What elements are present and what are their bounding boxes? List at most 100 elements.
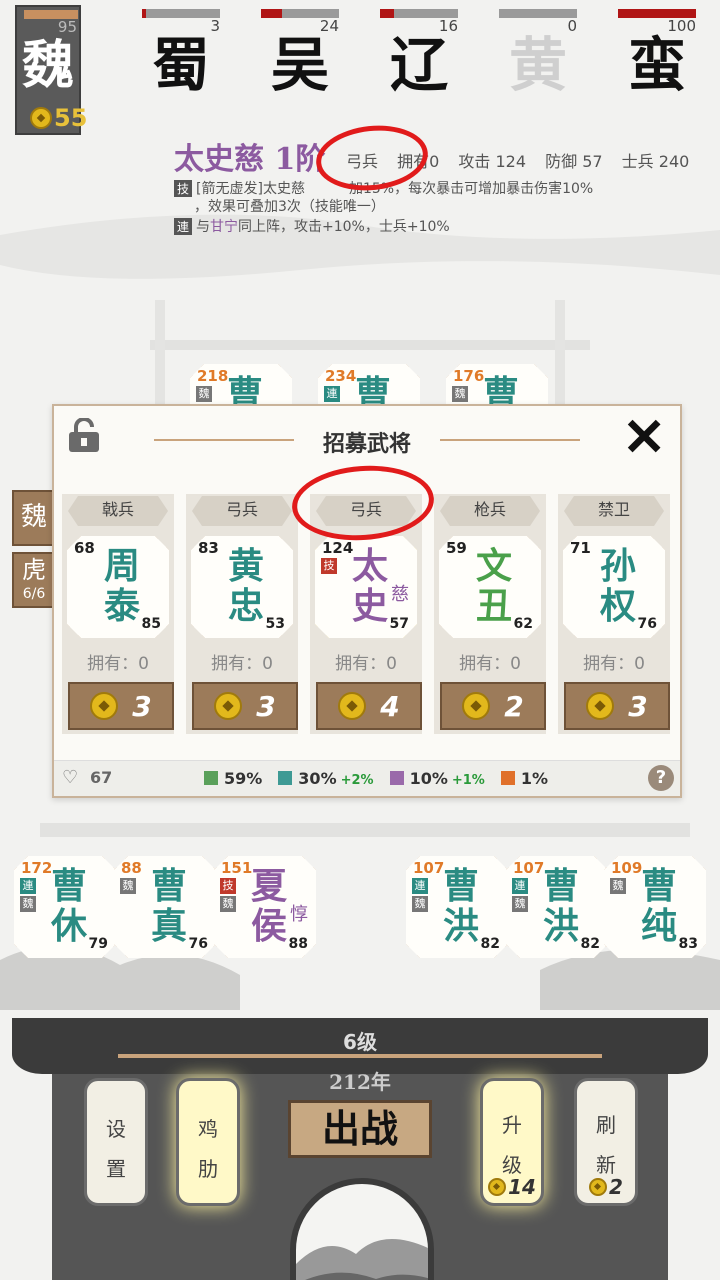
heart-count: 67 bbox=[90, 768, 113, 787]
coin-icon bbox=[589, 1178, 608, 1196]
price: 4 bbox=[380, 689, 400, 723]
owned-count: 拥有：0 bbox=[583, 654, 645, 674]
odds-orange: 1% bbox=[500, 769, 548, 788]
price: 3 bbox=[628, 689, 648, 723]
faction-huang[interactable]: 0 黄 bbox=[499, 6, 579, 130]
faction-wu[interactable]: 24 吴 bbox=[261, 6, 341, 130]
link-partner: 甘宁 bbox=[210, 219, 239, 235]
price: 3 bbox=[256, 689, 276, 723]
general-name: 太史慈 1阶 bbox=[174, 142, 326, 177]
close-icon[interactable]: ✕ bbox=[622, 412, 666, 464]
faction-glyph: 吴 bbox=[270, 31, 329, 99]
faction-shu[interactable]: 3 蜀 bbox=[142, 6, 222, 130]
link-badge: 連 bbox=[324, 386, 340, 402]
bench-card[interactable]: 109 魏 曹纯 83 bbox=[604, 856, 706, 958]
coin-icon bbox=[462, 692, 491, 720]
recruit-card[interactable]: 59 文丑 62 bbox=[439, 536, 541, 638]
card-name-sub: 慈 bbox=[391, 584, 409, 605]
refresh-button[interactable]: 刷新 2 bbox=[574, 1078, 638, 1206]
link-text-pre: 与 bbox=[196, 219, 211, 235]
recruit-card[interactable]: 68 周泰 85 bbox=[67, 536, 169, 638]
odds-teal: 30% +2% bbox=[278, 769, 374, 788]
card-defense: 57 bbox=[389, 616, 409, 632]
card-name: 曹真 bbox=[150, 865, 187, 947]
faction-man[interactable]: 100 蛮 bbox=[618, 6, 698, 130]
coin-icon bbox=[214, 692, 243, 720]
recruit-card[interactable]: 124 技 太史 慈 57 bbox=[315, 536, 417, 638]
buy-button[interactable]: 3 bbox=[564, 682, 670, 730]
card-defense: 82 bbox=[580, 936, 600, 952]
side-tab-wei[interactable]: 魏 bbox=[12, 490, 56, 546]
dialog-footer: ♡ 67 59% 30% +2% 10% +1% 1% ? bbox=[54, 760, 680, 796]
troop-type: 戟兵 bbox=[68, 496, 168, 526]
buy-button[interactable]: 2 bbox=[440, 682, 546, 730]
upgrade-label: 升级 bbox=[502, 1113, 522, 1177]
card-defense: 85 bbox=[141, 616, 161, 632]
recruit-dialog: 招募武将 ✕ 戟兵 68 周泰 85 拥有：0 3 弓兵 83 黄忠 53 拥有… bbox=[52, 404, 682, 798]
card-name: 曹洪 bbox=[442, 865, 479, 947]
general-attack: 攻击 124 bbox=[458, 152, 527, 171]
faction-bar: 95 魏 55 3 蜀 24 吴 16 辽 0 黄 100 蛮 bbox=[0, 0, 720, 140]
upgrade-cost: 14 bbox=[483, 1175, 541, 1199]
coin-icon bbox=[586, 692, 615, 720]
recruit-card[interactable]: 83 黄忠 53 bbox=[191, 536, 293, 638]
recruit-card[interactable]: 71 孙权 76 bbox=[563, 536, 665, 638]
skill-text: [箭无虚发]太史慈 bbox=[196, 181, 305, 197]
owned-count: 拥有：0 bbox=[459, 654, 521, 674]
troop-type: 禁卫 bbox=[564, 496, 664, 526]
card-name: 曹纯 bbox=[640, 865, 677, 947]
gold-amount: 55 bbox=[54, 104, 88, 132]
upgrade-button[interactable]: 升级 14 bbox=[480, 1078, 544, 1206]
buy-button[interactable]: 4 bbox=[316, 682, 422, 730]
coin-icon bbox=[90, 692, 119, 720]
battle-button[interactable]: 出战 bbox=[288, 1100, 432, 1158]
chicken-rib-button[interactable]: 鸡肋 bbox=[176, 1078, 240, 1206]
card-name: 黄忠 bbox=[227, 545, 264, 627]
faction-glyph: 蛮 bbox=[627, 31, 686, 99]
bench-card[interactable]: 107 連魏 曹洪 82 bbox=[406, 856, 508, 958]
faction-liao[interactable]: 16 辽 bbox=[380, 6, 460, 130]
card-name: 太史 bbox=[351, 545, 388, 627]
settings-button[interactable]: 设置 bbox=[84, 1078, 148, 1206]
bench-card[interactable]: 151 技魏 夏侯 惇 88 bbox=[214, 856, 316, 958]
side-tab-count: 6/6 bbox=[22, 586, 46, 602]
link-description: 連与甘宁同上阵，攻击+10%，士兵+10% bbox=[174, 216, 450, 236]
card-name: 曹洪 bbox=[542, 865, 579, 947]
faction-glyph: 黄 bbox=[508, 31, 567, 99]
odds-purple: 10% +1% bbox=[389, 769, 485, 788]
card-defense: 62 bbox=[513, 616, 533, 632]
link-tag: 連 bbox=[174, 218, 193, 235]
card-defense: 83 bbox=[678, 936, 698, 952]
price: 2 bbox=[504, 689, 524, 723]
level-progress-bar bbox=[118, 1054, 602, 1058]
card-name: 曹休 bbox=[50, 865, 87, 947]
gold-counter: 55 bbox=[30, 104, 87, 132]
card-name: 孙权 bbox=[599, 545, 636, 627]
price: 3 bbox=[132, 689, 152, 723]
card-name-sub: 惇 bbox=[290, 904, 308, 925]
help-icon[interactable]: ? bbox=[648, 765, 674, 791]
owned-count: 拥有：0 bbox=[335, 654, 397, 674]
buy-button[interactable]: 3 bbox=[68, 682, 174, 730]
general-defense: 防御 57 bbox=[545, 152, 603, 171]
faction-wei-own[interactable]: 95 魏 55 bbox=[15, 5, 87, 135]
bench-card[interactable]: 88 魏 曹真 76 bbox=[114, 856, 216, 958]
side-tab-hu[interactable]: 虎 6/6 bbox=[12, 552, 56, 608]
general-info-panel: 太史慈 1阶 弓兵 拥有0 攻击 124 防御 57 士兵 240 技 [箭无虚发… bbox=[174, 134, 714, 235]
dialog-title: 招募武将 bbox=[322, 431, 411, 457]
card-defense: 82 bbox=[480, 936, 500, 952]
buy-button[interactable]: 3 bbox=[192, 682, 298, 730]
troop-type: 弓兵 bbox=[192, 496, 292, 526]
recruit-slot: 枪兵 59 文丑 62 拥有：0 2 bbox=[434, 494, 546, 734]
card-name: 文丑 bbox=[475, 545, 512, 627]
link-text-post: 同上阵，攻击+10%，士兵+10% bbox=[238, 219, 450, 235]
settings-label: 设置 bbox=[106, 1117, 126, 1181]
card-defense: 79 bbox=[88, 936, 108, 952]
card-defense: 88 bbox=[288, 936, 308, 952]
odds-green: 59% bbox=[204, 769, 262, 788]
card-defense: 76 bbox=[637, 616, 657, 632]
troop-type: 枪兵 bbox=[440, 496, 540, 526]
bench-card[interactable]: 107 連魏 曹洪 82 bbox=[506, 856, 608, 958]
card-name: 周泰 bbox=[103, 545, 140, 627]
bench-card[interactable]: 172 連魏 曹休 79 bbox=[14, 856, 116, 958]
